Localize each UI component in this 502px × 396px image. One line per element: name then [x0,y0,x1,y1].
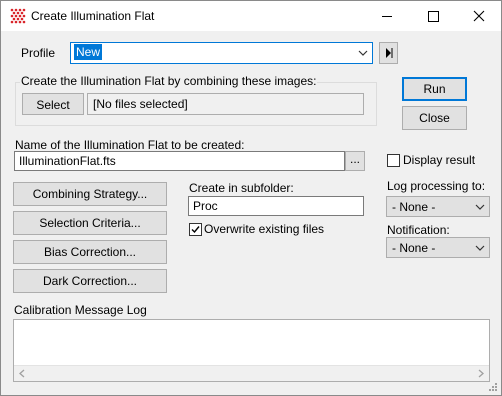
close-button[interactable]: Close [402,106,467,130]
combining-strategy-button[interactable]: Combining Strategy... [13,182,167,206]
dark-correction-button[interactable]: Dark Correction... [13,269,167,293]
notification-label: Notification: [387,223,450,237]
combine-group-caption: Create the Illumination Flat by combinin… [20,74,318,88]
selection-criteria-button[interactable]: Selection Criteria... [13,211,167,235]
chevron-down-icon [475,245,485,251]
checkmark-icon [191,226,200,234]
dialog-window: Create Illumination Flat Profile New Cre… [0,0,502,396]
message-log-area[interactable] [13,319,490,382]
display-result-label: Display result [403,153,476,167]
resize-grip-icon[interactable] [487,381,499,393]
select-files-button[interactable]: Select [22,93,84,115]
maximize-icon [428,11,439,22]
play-arrow-icon [386,48,393,58]
subfolder-label: Create in subfolder: [189,181,294,195]
minimize-button[interactable] [364,1,410,31]
close-icon [473,10,485,22]
display-result-checkbox[interactable] [387,154,400,167]
log-processing-select[interactable]: - None - [386,196,490,217]
subfolder-input[interactable]: Proc [188,196,364,216]
run-button[interactable]: Run [402,77,467,101]
notification-select[interactable]: - None - [386,237,490,258]
flat-name-label: Name of the Illumination Flat to be crea… [15,138,245,152]
close-window-button[interactable] [456,1,502,31]
horizontal-scrollbar[interactable] [14,365,489,381]
message-log-label: Calibration Message Log [14,303,147,317]
browse-button[interactable]: ... [345,151,365,171]
overwrite-label: Overwrite existing files [204,222,325,236]
profile-menu-button[interactable] [379,42,398,64]
chevron-down-icon [475,204,485,210]
maximize-button[interactable] [410,1,456,31]
title-bar: Create Illumination Flat [1,1,501,31]
log-processing-value: - None - [392,200,436,214]
profile-label: Profile [21,46,56,60]
profile-select[interactable]: New [70,42,373,64]
log-processing-label: Log processing to: [387,179,486,193]
window-title: Create Illumination Flat [31,9,155,23]
profile-value: New [74,44,103,60]
chevron-down-icon [358,50,368,56]
app-icon [10,8,26,24]
scroll-left-icon[interactable] [18,369,26,378]
overwrite-checkbox[interactable] [189,223,202,236]
flat-name-input[interactable]: IlluminationFlat.fts [14,151,345,171]
notification-value: - None - [392,241,436,255]
selected-files-display: [No files selected] [87,93,364,115]
scroll-right-icon[interactable] [477,369,485,378]
minimize-icon [382,16,392,17]
bias-correction-button[interactable]: Bias Correction... [13,240,167,264]
